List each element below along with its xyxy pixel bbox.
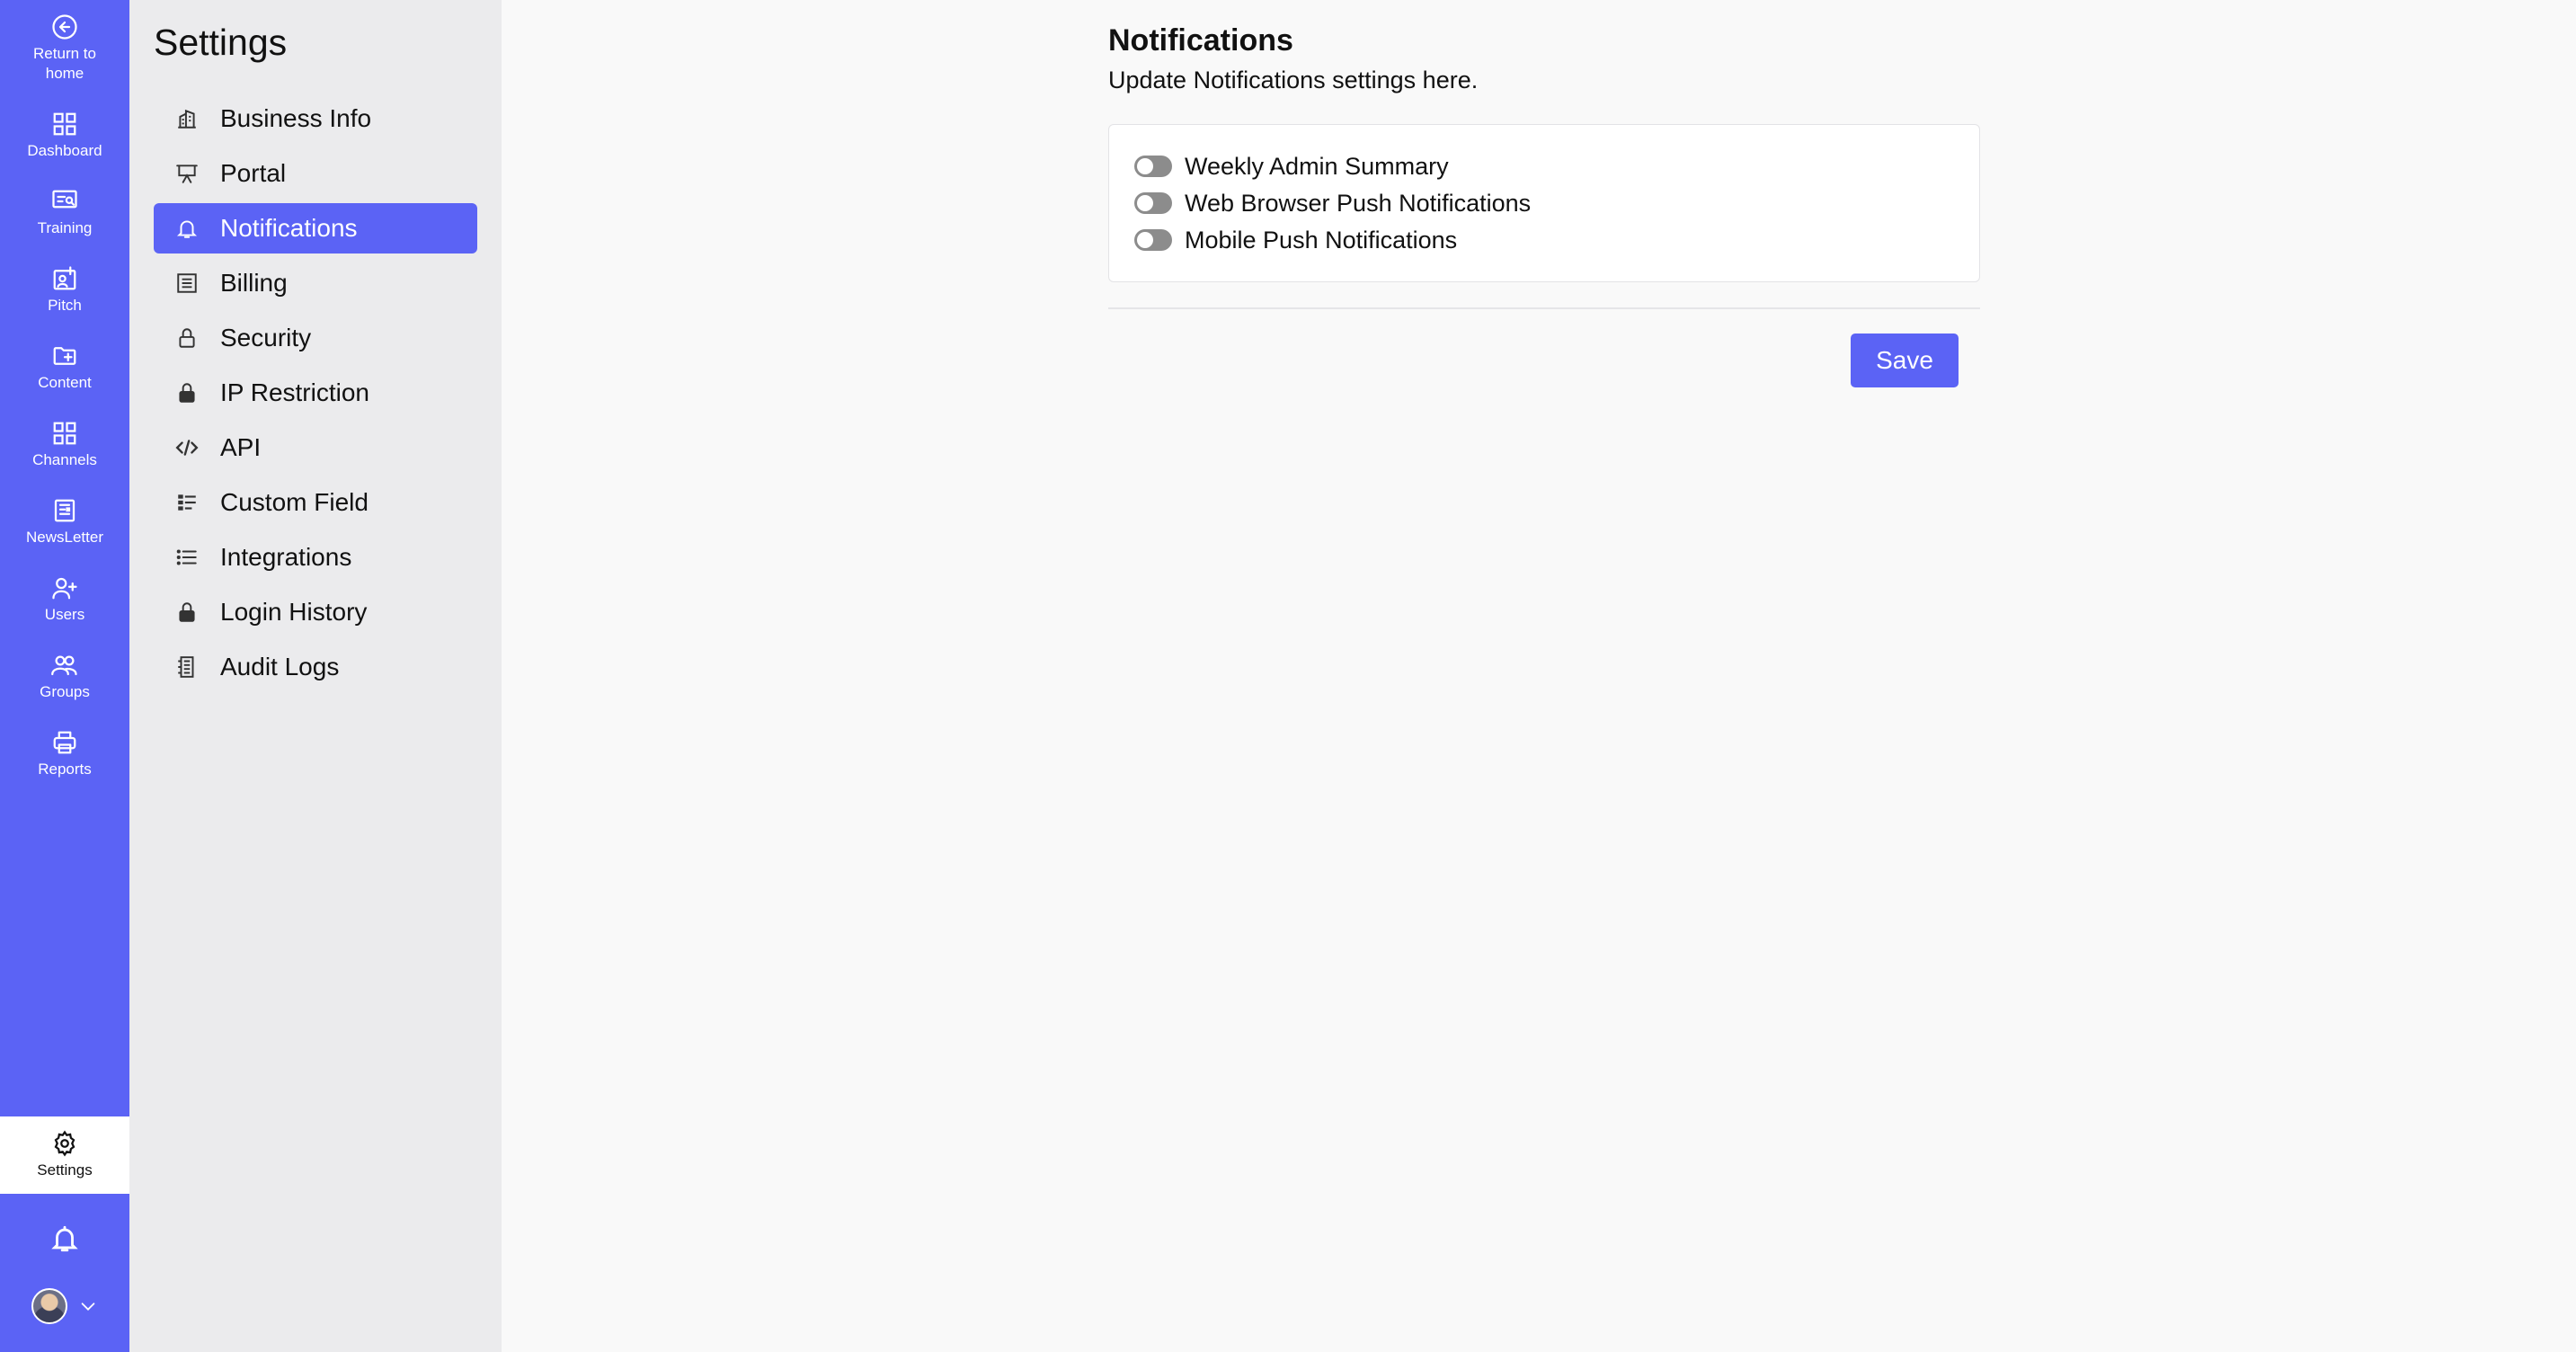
page-subtitle: Update Notifications settings here. (1108, 67, 1479, 93)
sidebar-item-billing[interactable]: Billing (154, 258, 477, 308)
page-title: Notifications (1108, 23, 1293, 58)
sidebar-item-business-info[interactable]: Business Info (154, 93, 477, 144)
rail-item-newsletter[interactable]: NewsLetter (0, 484, 129, 561)
sidebar-item-api[interactable]: API (154, 422, 477, 473)
toggle-label: Weekly Admin Summary (1185, 152, 1449, 180)
app-rail: Return to home Dashboard Training Pitch … (0, 0, 129, 1352)
rail-label: Training (37, 219, 93, 236)
rail-item-reports[interactable]: Reports (0, 716, 129, 793)
toggle-switch[interactable] (1134, 156, 1172, 177)
rail-item-pitch[interactable]: Pitch (0, 252, 129, 329)
training-board-icon (52, 190, 77, 209)
notifications-bell[interactable] (0, 1212, 129, 1266)
chevron-down-icon (81, 1303, 95, 1311)
lock-icon (175, 381, 199, 405)
sidebar-item-label: Business Info (220, 104, 372, 132)
printer-icon (53, 731, 76, 754)
divider (1108, 307, 1980, 309)
grid-icon (53, 422, 76, 445)
sidebar-item-label: Security (220, 324, 312, 351)
rail-item-settings[interactable]: Settings (0, 1116, 129, 1194)
list-icon (175, 546, 199, 569)
rail-label: Settings (37, 1161, 93, 1179)
bell-icon (51, 1225, 78, 1252)
arrow-left-circle-icon (52, 14, 77, 40)
user-menu[interactable] (0, 1282, 129, 1330)
invoice-icon (175, 271, 199, 295)
rail-label: Groups (40, 683, 90, 700)
rail-label: Users (44, 606, 85, 623)
sidebar-item-label: IP Restriction (220, 378, 369, 406)
lock-icon (175, 600, 199, 624)
presentation-icon (175, 162, 199, 185)
avatar (31, 1288, 67, 1324)
audit-icon (175, 655, 199, 679)
toggle-label: Mobile Push Notifications (1185, 226, 1458, 254)
code-icon (175, 436, 199, 459)
users-icon (51, 655, 77, 676)
folder-plus-icon (53, 347, 76, 365)
rail-item-channels[interactable]: Channels (0, 406, 129, 484)
rail-item-return-home[interactable]: Return to home (0, 5, 129, 92)
rail-label: Content (38, 374, 92, 391)
sidebar-item-label: Login History (220, 598, 368, 626)
newspaper-icon (54, 499, 76, 522)
user-plus-icon (52, 577, 77, 600)
toggle-label: Web Browser Push Notifications (1185, 189, 1532, 217)
grid-icon (53, 112, 76, 136)
toggle-row-weekly-admin-summary[interactable]: Weekly Admin Summary (1134, 148, 1449, 184)
lock-outline-icon (175, 326, 199, 350)
sidebar-item-label: Audit Logs (220, 653, 340, 680)
sidebar-item-portal[interactable]: Portal (154, 148, 477, 199)
sidebar-item-login-history[interactable]: Login History (154, 587, 477, 637)
settings-sidebar: Settings Business Info Portal Notificati… (129, 0, 502, 1352)
sidebar-item-label: API (220, 433, 262, 461)
toggle-switch[interactable] (1134, 229, 1172, 251)
sidebar-item-audit-logs[interactable]: Audit Logs (154, 642, 477, 692)
sidebar-item-custom-field[interactable]: Custom Field (154, 477, 477, 528)
rail-item-users[interactable]: Users (0, 561, 129, 638)
pitch-icon (53, 266, 76, 290)
rail-item-content[interactable]: Content (0, 329, 129, 406)
toggle-switch[interactable] (1134, 192, 1172, 214)
bell-icon (175, 217, 199, 240)
sidebar-item-label: Notifications (220, 214, 358, 242)
rail-label: Channels (32, 451, 97, 468)
fields-icon (175, 491, 199, 514)
rail-label: NewsLetter (26, 529, 103, 546)
sidebar-item-label: Custom Field (220, 488, 369, 516)
sidebar-item-label: Billing (220, 269, 288, 297)
sidebar-title: Settings (154, 22, 288, 63)
save-button[interactable]: Save (1851, 334, 1959, 387)
notifications-card: Weekly Admin Summary Web Browser Push No… (1108, 124, 1980, 282)
rail-item-dashboard[interactable]: Dashboard (0, 97, 129, 174)
gear-icon (54, 1130, 76, 1157)
toggle-row-web-browser-push[interactable]: Web Browser Push Notifications (1134, 185, 1531, 221)
rail-item-groups[interactable]: Groups (0, 638, 129, 716)
sidebar-item-integrations[interactable]: Integrations (154, 532, 477, 583)
sidebar-item-label: Portal (220, 159, 287, 187)
rail-label: Dashboard (27, 142, 102, 159)
sidebar-item-notifications[interactable]: Notifications (154, 203, 477, 254)
rail-label: Reports (38, 760, 92, 778)
rail-label: Pitch (48, 297, 82, 314)
sidebar-item-security[interactable]: Security (154, 313, 477, 363)
building-icon (175, 107, 199, 130)
rail-label: Return to home (33, 45, 96, 82)
toggle-row-mobile-push[interactable]: Mobile Push Notifications (1134, 222, 1457, 258)
sidebar-item-label: Integrations (220, 543, 352, 571)
rail-item-training[interactable]: Training (0, 174, 129, 252)
sidebar-item-ip-restriction[interactable]: IP Restriction (154, 368, 477, 418)
